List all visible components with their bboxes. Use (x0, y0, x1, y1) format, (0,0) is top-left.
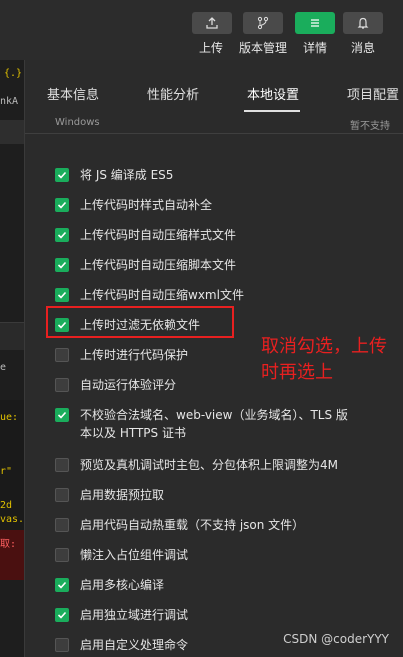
option-row[interactable]: 上传代码时自动压缩脚本文件 (55, 256, 395, 274)
checkbox[interactable] (55, 548, 69, 562)
checkbox[interactable] (55, 458, 69, 472)
checkbox[interactable] (55, 488, 69, 502)
panel-tabs: 基本信息 性能分析 本地设置 项目配置 (25, 60, 403, 112)
option-label: 上传时进行代码保护 (80, 348, 189, 362)
checkmark-icon (57, 581, 67, 589)
checkbox[interactable] (55, 518, 69, 532)
option-row[interactable]: 上传代码时样式自动补全 (55, 196, 395, 214)
option-row[interactable]: 懒注入占位组件调试 (55, 546, 395, 564)
checkmark-icon (57, 291, 67, 299)
option-label: 启用多核心编译 (80, 578, 165, 592)
checkbox[interactable] (55, 608, 69, 622)
checkmark-icon (57, 261, 67, 269)
upload-icon (206, 17, 218, 29)
tab-local-settings[interactable]: 本地设置 (247, 84, 299, 103)
editor-divider (0, 322, 24, 350)
checkmark-icon (57, 411, 67, 419)
version-manage-button[interactable] (243, 12, 283, 34)
checkbox[interactable] (55, 638, 69, 652)
tab-basic-info[interactable]: 基本信息 (47, 84, 99, 103)
option-row[interactable]: 将 JS 编译成 ES5 (55, 166, 395, 184)
checkbox[interactable] (55, 408, 69, 422)
version-manage-label: 版本管理 (239, 41, 288, 55)
upload-label: 上传 (199, 41, 224, 55)
checkmark-icon (57, 201, 67, 209)
code-fragment: 取: (0, 539, 17, 550)
upload-button[interactable] (192, 12, 232, 34)
code-fragment: 2d (0, 500, 13, 511)
details-button[interactable] (295, 12, 335, 34)
option-label: 上传代码时样式自动补全 (80, 198, 213, 212)
checkbox[interactable] (55, 378, 69, 392)
annotation-text: 取消勾选，上传时再选上 (261, 336, 387, 383)
option-label: 启用数据预拉取 (80, 488, 165, 502)
menu-icon (311, 19, 319, 27)
platform-subheader: Windows 暂不支持 (25, 112, 403, 134)
watermark: CSDN @coderYYY (283, 632, 389, 646)
option-row[interactable]: 预览及真机调试时主包、分包体积上限调整为4M (55, 456, 395, 474)
option-label: 启用自定义处理命令 (80, 638, 189, 652)
option-label: 启用代码自动热重载（不支持 json 文件） (80, 518, 305, 532)
top-toolbar: 上传 版本管理 详情 消息 (0, 0, 403, 60)
platform-label: Windows (55, 117, 100, 128)
checkbox[interactable] (55, 288, 69, 302)
option-row[interactable]: 启用数据预拉取 (55, 486, 395, 504)
code-fragment: vas. (0, 514, 24, 525)
option-label: 不校验合法域名、web-view（业务域名）、TLS 版本以及 HTTPS 证书 (80, 408, 348, 440)
option-row[interactable]: 上传代码时自动压缩wxml文件 (55, 286, 395, 304)
messages-label: 消息 (351, 41, 376, 55)
checkbox[interactable] (55, 228, 69, 242)
option-row[interactable]: 启用独立域进行调试 (55, 606, 395, 624)
branch-icon (257, 16, 269, 30)
code-editor-edge: {.} nkA e ue: r" 2d vas. 取: (0, 60, 24, 657)
code-fragment: nkA (0, 96, 19, 107)
option-label: 上传代码时自动压缩wxml文件 (80, 288, 244, 302)
option-row[interactable]: 不校验合法域名、web-view（业务域名）、TLS 版本以及 HTTPS 证书 (55, 406, 355, 442)
messages-button[interactable] (343, 12, 383, 34)
checkmark-icon (57, 231, 67, 239)
unsupported-label: 暂不支持 (350, 121, 390, 132)
option-row[interactable]: 启用多核心编译 (55, 576, 395, 594)
checkbox[interactable] (55, 198, 69, 212)
details-label: 详情 (303, 41, 328, 55)
checkbox[interactable] (55, 258, 69, 272)
code-fragment: r" (0, 466, 13, 477)
option-label: 上传代码时自动压缩脚本文件 (80, 258, 237, 272)
checkbox[interactable] (55, 168, 69, 182)
highlight-box (46, 306, 234, 338)
option-label: 将 JS 编译成 ES5 (80, 168, 174, 182)
checkbox[interactable] (55, 348, 69, 362)
tab-performance[interactable]: 性能分析 (147, 84, 199, 103)
option-label: 预览及真机调试时主包、分包体积上限调整为4M (80, 458, 338, 472)
option-label: 懒注入占位组件调试 (80, 548, 189, 562)
checkbox[interactable] (55, 578, 69, 592)
checkmark-icon (57, 171, 67, 179)
option-label: 上传代码时自动压缩样式文件 (80, 228, 237, 242)
code-fragment: e (0, 362, 7, 373)
checkmark-icon (57, 611, 67, 619)
option-label: 启用独立域进行调试 (80, 608, 189, 622)
code-fragment: ue: (0, 412, 19, 423)
code-fragment: {.} (4, 68, 23, 79)
tab-project-config[interactable]: 项目配置 (347, 84, 399, 103)
option-row[interactable]: 启用代码自动热重载（不支持 json 文件） (55, 516, 395, 534)
option-label: 自动运行体验评分 (80, 378, 177, 392)
bell-icon (357, 17, 369, 29)
option-row[interactable]: 上传代码时自动压缩样式文件 (55, 226, 395, 244)
editor-tab-strip (0, 120, 24, 144)
